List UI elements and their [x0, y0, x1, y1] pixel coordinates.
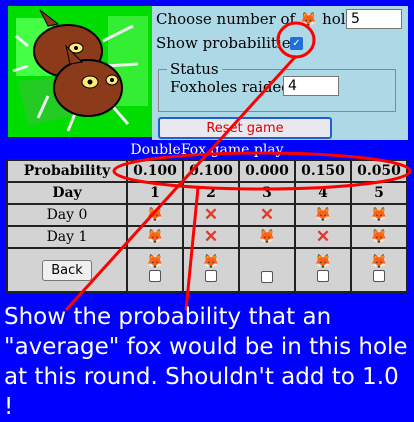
- fox-icon: 🦊: [146, 254, 164, 270]
- fox-icon: 🦊: [202, 254, 220, 270]
- choose-label: Choose number of: [156, 10, 296, 28]
- day-header-row: Day 1 2 3 4 5: [6, 181, 408, 205]
- annotation-text: Show the probability that an "average" f…: [4, 304, 408, 420]
- fox-icon: 🦊: [299, 12, 318, 28]
- app-logo: [8, 6, 152, 137]
- day-row: Day 1 🦊 ✕ 🦊 ✕ 🦊: [6, 225, 408, 249]
- show-probabilities-checkbox[interactable]: ✓: [290, 37, 303, 50]
- raid-checkbox[interactable]: [149, 270, 161, 282]
- fox-icon: 🦊: [370, 207, 388, 223]
- raided-x-icon: ✕: [203, 227, 219, 247]
- raid-checkbox[interactable]: [261, 270, 273, 283]
- probability-cell: 0.150: [294, 159, 352, 183]
- probability-header: Probability: [6, 159, 128, 183]
- hole-number: 1: [126, 181, 184, 205]
- raided-x-icon: ✕: [315, 227, 331, 247]
- raided-x-icon: ✕: [203, 205, 219, 225]
- table-caption: DoubleFox game play: [130, 142, 284, 158]
- hole-number: 4: [294, 181, 352, 205]
- fox-icon: 🦊: [370, 254, 388, 270]
- holes-setting: Choose number of 🦊 holes:: [156, 10, 367, 28]
- day-header: Day: [6, 181, 128, 205]
- day-row: Day 0 🦊 ✕ ✕ 🦊 🦊: [6, 203, 408, 227]
- hole-number: 2: [182, 181, 240, 205]
- day-label: Day 0: [6, 203, 128, 227]
- raid-checkbox[interactable]: [373, 270, 385, 282]
- fox-icon: 🦊: [314, 254, 332, 270]
- fox-icon: 🦊: [370, 229, 388, 245]
- probability-cell: 0.050: [350, 159, 408, 183]
- fox-icon: 🦊: [314, 207, 332, 223]
- raided-x-icon: ✕: [259, 205, 275, 225]
- holes-number-input[interactable]: 5: [346, 9, 402, 29]
- action-row: Back 🦊 🦊 🦊 🦊: [6, 247, 408, 293]
- foxholes-raided-label: Foxholes raided:: [170, 78, 296, 96]
- probability-row: Probability 0.100 0.100 0.000 0.150 0.05…: [6, 159, 408, 183]
- probability-cell: 0.100: [182, 159, 240, 183]
- back-button[interactable]: Back: [42, 259, 92, 281]
- fox-icon: 🦊: [146, 229, 164, 245]
- fox-icon: 🦊: [258, 229, 276, 245]
- settings-panel: Choose number of 🦊 holes: 5 Show probabi…: [152, 6, 408, 140]
- raid-checkbox[interactable]: [205, 270, 217, 282]
- probability-cell: 0.000: [238, 159, 296, 183]
- day-label: Day 1: [6, 225, 128, 249]
- hole-number: 3: [238, 181, 296, 205]
- show-probabilities-label: Show probabilities: [156, 34, 299, 52]
- raid-checkbox[interactable]: [317, 270, 329, 282]
- game-table: Probability 0.100 0.100 0.000 0.150 0.05…: [6, 159, 408, 293]
- probability-cell: 0.100: [126, 159, 184, 183]
- reset-game-button[interactable]: Reset game: [158, 117, 332, 139]
- fox-icon: 🦊: [146, 207, 164, 223]
- hole-number: 5: [350, 181, 408, 205]
- status-legend: Status: [170, 60, 219, 78]
- foxholes-raided-value: 4: [283, 76, 339, 96]
